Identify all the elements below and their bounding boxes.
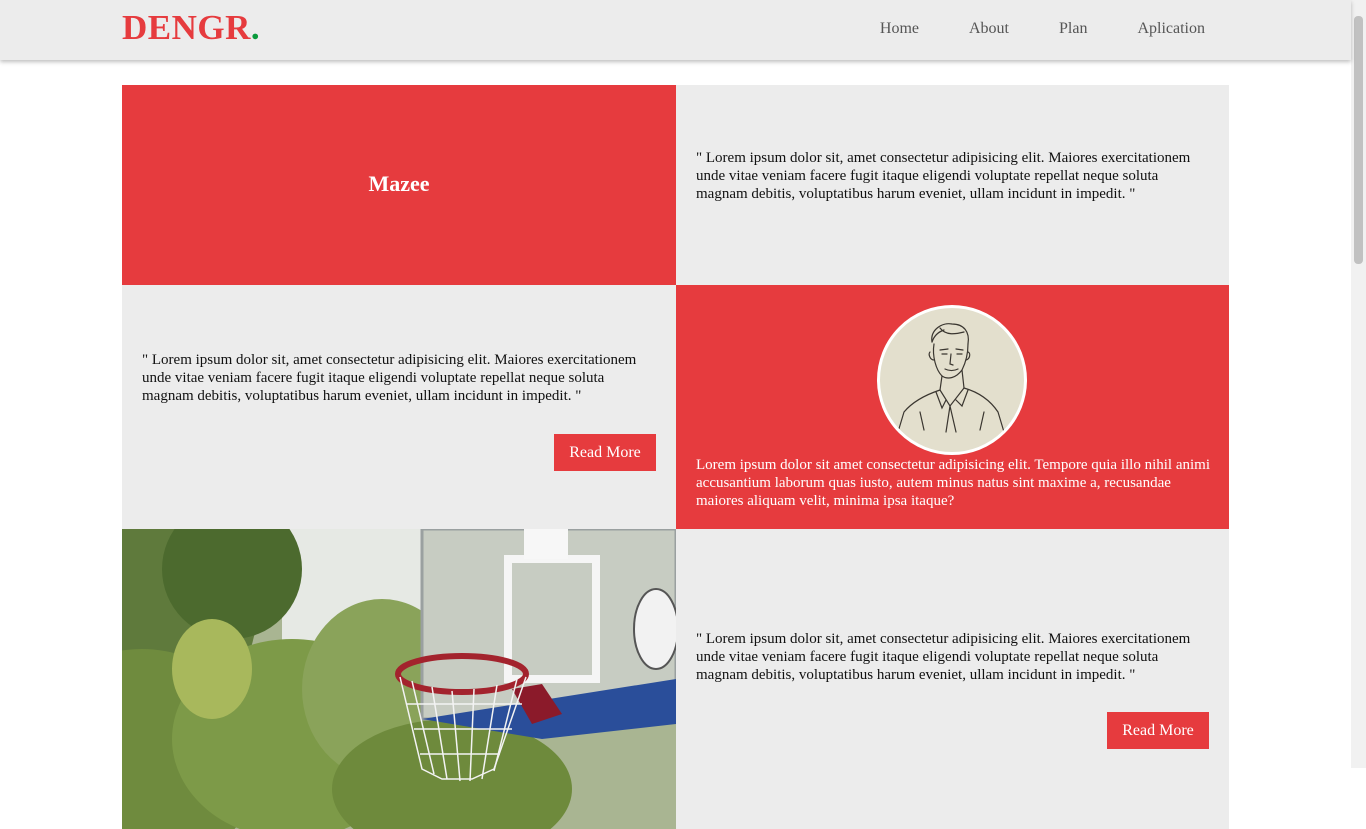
profile-description: Lorem ipsum dolor sit amet consectetur a…: [696, 457, 1210, 509]
quote-text: " Lorem ipsum dolor sit, amet consectetu…: [696, 631, 1191, 683]
title-card: Mazee: [122, 85, 676, 285]
person-sketch-icon: [897, 323, 1005, 433]
scrollbar-thumb[interactable]: [1354, 16, 1363, 264]
nav-link-about[interactable]: About: [969, 20, 1009, 38]
nav-links: Home About Plan Aplication: [830, 20, 1205, 38]
basketball-hoop-image: [122, 529, 676, 829]
nav-link-plan[interactable]: Plan: [1059, 20, 1087, 38]
quote-text: " Lorem ipsum dolor sit, amet consectetu…: [142, 352, 637, 404]
basketball-photo: [122, 529, 676, 829]
avatar: [877, 305, 1027, 455]
quote-text: " Lorem ipsum dolor sit, amet consectetu…: [696, 150, 1191, 202]
top-navbar: DENGR. Home About Plan Aplication: [0, 0, 1351, 60]
card-title: Mazee: [368, 171, 430, 196]
nav-link-home[interactable]: Home: [880, 20, 919, 38]
brand-logo[interactable]: DENGR.: [122, 8, 260, 48]
page-scrollbar[interactable]: [1351, 0, 1366, 768]
quote-card: " Lorem ipsum dolor sit, amet consectetu…: [676, 85, 1229, 285]
quote-card: " Lorem ipsum dolor sit, amet consectetu…: [676, 529, 1229, 829]
profile-card: Lorem ipsum dolor sit amet consectetur a…: [676, 285, 1229, 529]
read-more-button[interactable]: Read More: [554, 434, 656, 471]
read-more-button[interactable]: Read More: [1107, 712, 1209, 749]
quote-card: " Lorem ipsum dolor sit, amet consectetu…: [122, 285, 676, 529]
nav-link-aplication[interactable]: Aplication: [1137, 20, 1205, 38]
brand-dot: .: [250, 8, 261, 47]
brand-name: DENGR: [122, 8, 251, 47]
